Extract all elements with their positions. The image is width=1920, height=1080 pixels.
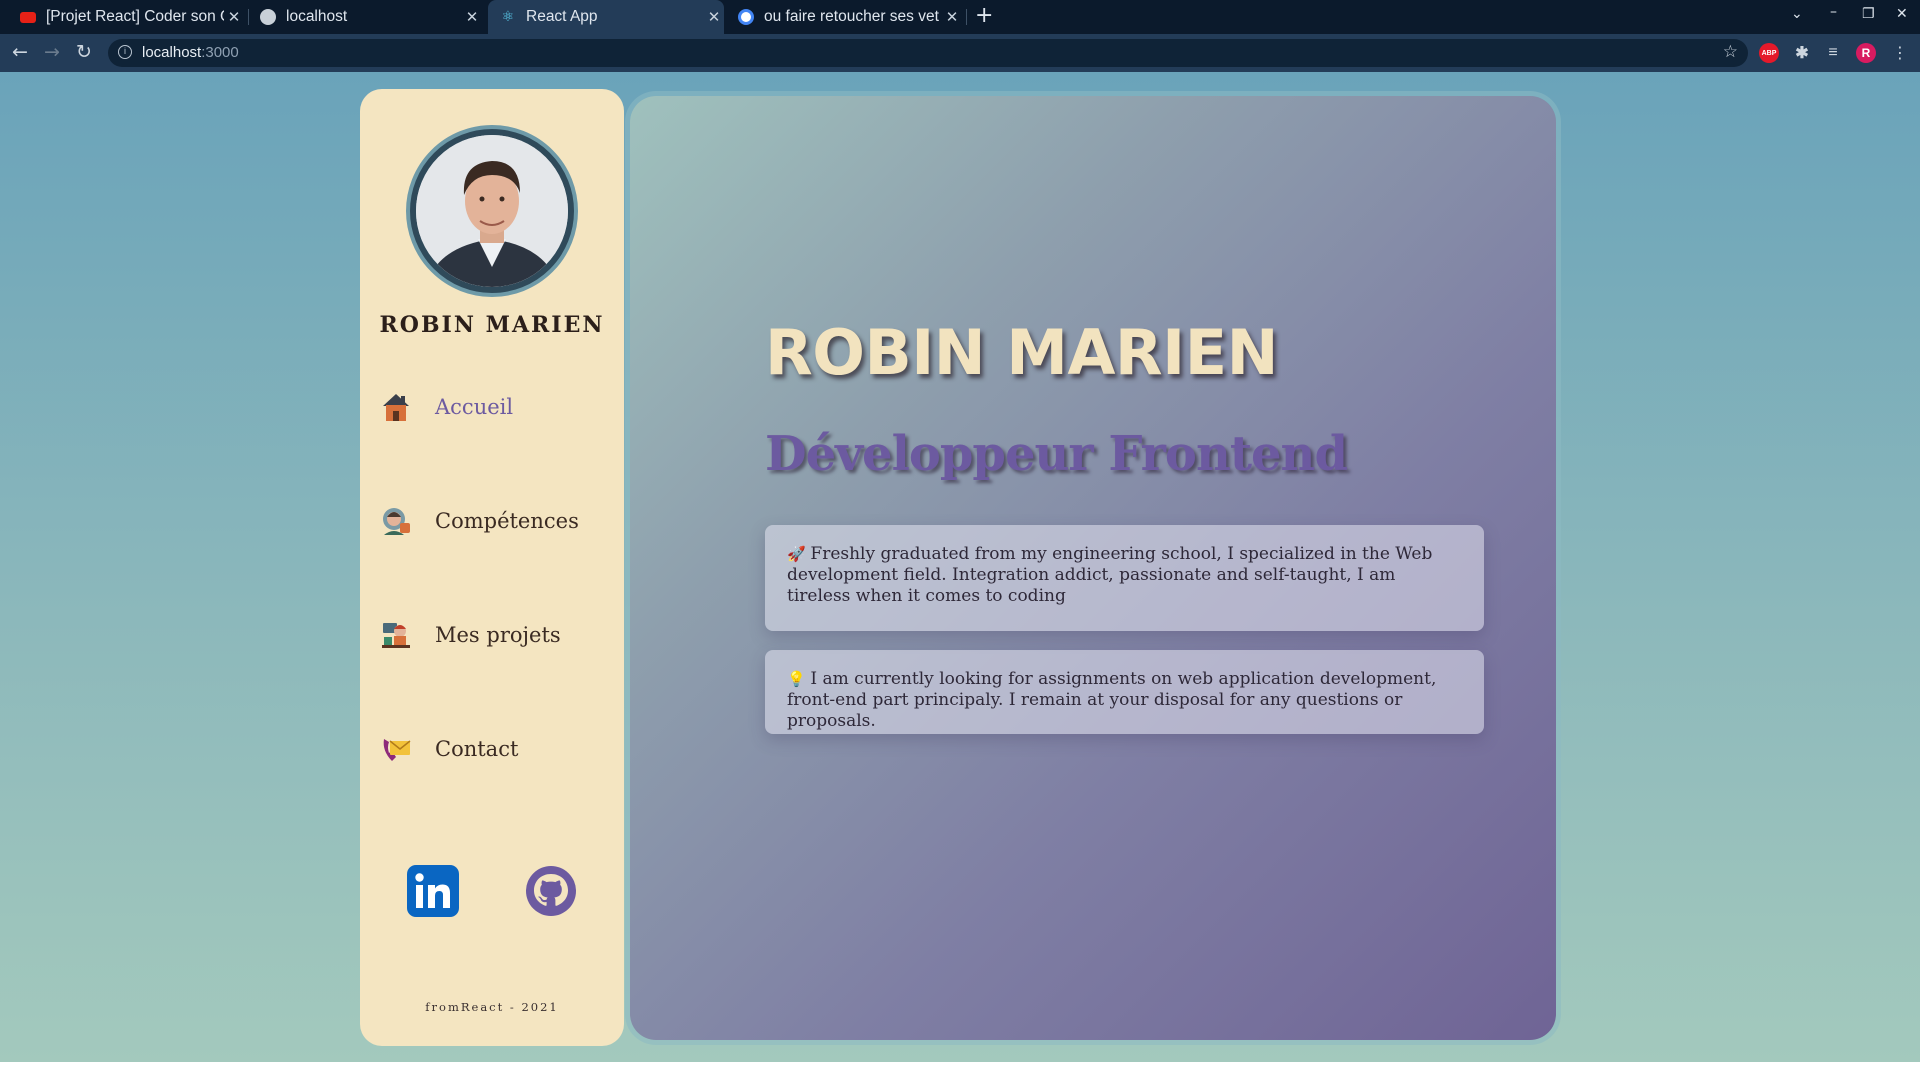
person-portrait-icon	[416, 135, 568, 287]
media-control-icon[interactable]: ≡	[1823, 43, 1843, 63]
house-icon	[380, 391, 412, 423]
close-tab-icon[interactable]: ✕	[224, 8, 244, 26]
globe-favicon-icon	[260, 9, 276, 25]
back-arrow-icon[interactable]: ←	[12, 41, 28, 63]
close-tab-icon[interactable]: ✕	[704, 8, 724, 26]
nav-label-accueil: Accueil	[435, 395, 514, 419]
extensions-puzzle-icon[interactable]: ✱	[1792, 43, 1812, 63]
new-tab-icon[interactable]: +	[975, 3, 993, 28]
close-tab-icon[interactable]: ✕	[462, 8, 482, 26]
tab-title: React App	[526, 8, 598, 25]
adblock-extension-icon[interactable]: ABP	[1759, 43, 1779, 63]
url-port: :3000	[201, 44, 239, 61]
linkedin-icon	[407, 865, 459, 917]
bookmark-star-icon[interactable]: ☆	[1723, 42, 1738, 62]
nav-item-competences[interactable]: Compétences	[380, 499, 610, 543]
phone-mail-icon	[380, 733, 412, 765]
site-info-icon[interactable]: i	[118, 45, 132, 59]
developer-desk-icon	[380, 619, 412, 651]
minimize-icon[interactable]: –	[1830, 4, 1837, 20]
profile-avatar[interactable]: R	[1856, 43, 1876, 63]
close-window-icon[interactable]: ✕	[1896, 6, 1908, 22]
github-link[interactable]	[525, 865, 577, 917]
reload-icon[interactable]: ↻	[76, 41, 92, 63]
skills-person-icon	[380, 505, 412, 537]
avatar	[406, 125, 578, 297]
nav-item-contact[interactable]: Contact	[380, 727, 610, 771]
tab-title: localhost	[286, 8, 348, 25]
tab-title: ou faire retoucher ses vet	[764, 8, 939, 25]
nav-item-accueil[interactable]: Accueil	[380, 385, 610, 429]
url-host: localhost	[142, 44, 202, 61]
adblock-label: ABP	[1761, 49, 1777, 57]
url-text: localhost:3000	[142, 44, 239, 61]
sidebar-name: ROBIN MARIEN	[379, 312, 605, 338]
restore-icon[interactable]: ❐	[1862, 6, 1875, 22]
browser-menu-icon[interactable]: ⋮	[1892, 43, 1908, 62]
linkedin-link[interactable]	[407, 865, 459, 917]
tab-title: [Projet React] Coder son C	[46, 8, 224, 25]
profile-initial: R	[1861, 46, 1871, 60]
browser-tab-react-app[interactable]: ⚛ React App ✕	[488, 0, 724, 34]
react-favicon-icon: ⚛	[501, 9, 515, 25]
nav-label-mes-projets: Mes projets	[435, 623, 561, 647]
intro-card: 🚀 Freshly graduated from my engineering …	[765, 525, 1484, 631]
intro-card-text: Freshly graduated from my engineering sc…	[787, 544, 1433, 606]
address-bar[interactable]: i localhost:3000 ☆	[108, 39, 1748, 67]
sidebar-footer: fromReact - 2021	[425, 1000, 559, 1014]
rocket-icon: 🚀	[787, 545, 806, 563]
tab-search-chevron-icon[interactable]: ⌄	[1791, 6, 1803, 22]
hero-role: Développeur Frontend	[765, 426, 1348, 482]
nav-label-competences: Compétences	[435, 509, 579, 533]
page-bottom-strip	[0, 1062, 1920, 1080]
youtube-favicon-icon	[20, 11, 36, 23]
availability-card: 💡 I am currently looking for assignments…	[765, 650, 1484, 734]
google-favicon-icon	[738, 9, 754, 25]
browser-tab-strip: [Projet React] Coder son C ✕ localhost ✕…	[0, 0, 1920, 34]
browser-tab-google-search[interactable]: ou faire retoucher ses vet ✕	[732, 0, 962, 34]
forward-arrow-icon[interactable]: →	[44, 41, 60, 63]
sidebar: ROBIN MARIEN Accueil Compétences Mes pro…	[360, 89, 624, 1046]
tab-divider	[966, 9, 967, 25]
browser-tab-youtube[interactable]: [Projet React] Coder son C ✕	[14, 0, 244, 34]
nav-item-mes-projets[interactable]: Mes projets	[380, 613, 610, 657]
close-tab-icon[interactable]: ✕	[942, 8, 962, 26]
github-icon	[526, 866, 576, 916]
availability-card-text: I am currently looking for assignments o…	[787, 669, 1437, 731]
tab-divider	[248, 9, 249, 25]
hero-name: ROBIN MARIEN	[765, 316, 1278, 389]
lightbulb-icon: 💡	[787, 670, 806, 688]
browser-toolbar: ← → ↻ i localhost:3000 ☆ ABP ✱ ≡ R ⋮	[0, 34, 1920, 72]
main-content-panel: ROBIN MARIEN Développeur Frontend 🚀 Fres…	[630, 96, 1556, 1040]
profile-photo	[416, 135, 568, 287]
nav-label-contact: Contact	[435, 737, 519, 761]
browser-tab-localhost[interactable]: localhost ✕	[254, 0, 482, 34]
